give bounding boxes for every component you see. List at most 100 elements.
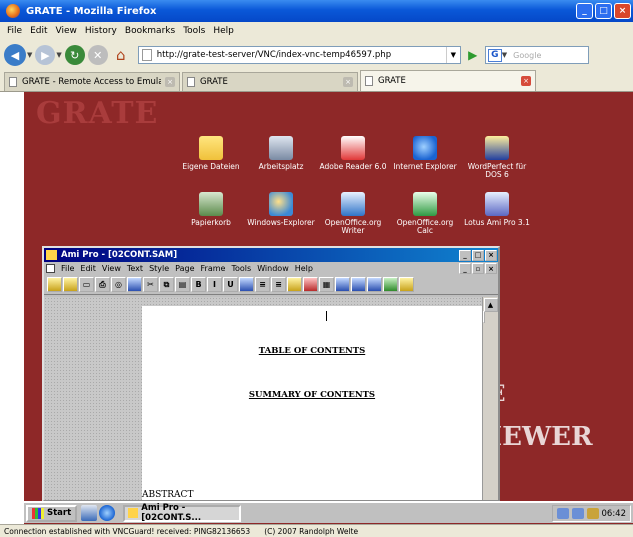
- show-desktop-icon[interactable]: [81, 505, 98, 521]
- back-arrow-icon[interactable]: ◀: [4, 44, 26, 66]
- close-button[interactable]: ×: [614, 3, 631, 19]
- desktop-icon-arbeitsplatz[interactable]: Arbeitsplatz: [246, 136, 316, 171]
- draw-icon[interactable]: [303, 277, 318, 292]
- vertical-scrollbar[interactable]: ▲: [482, 297, 498, 500]
- table-icon[interactable]: ▦: [319, 277, 334, 292]
- text-style-icon[interactable]: [239, 277, 254, 292]
- new-document-icon[interactable]: [47, 277, 62, 292]
- desktop-icon-openoffice-calc[interactable]: OpenOffice.org Calc: [390, 192, 460, 236]
- tray-app-icon[interactable]: [586, 508, 599, 519]
- page-icon: [187, 77, 195, 87]
- menu-history[interactable]: History: [81, 26, 121, 36]
- underline-icon[interactable]: U: [223, 277, 238, 292]
- copy-icon[interactable]: ⧉: [159, 277, 174, 292]
- scroll-up-icon[interactable]: ▲: [483, 298, 498, 312]
- start-button[interactable]: Start: [26, 504, 78, 522]
- google-icon[interactable]: G: [487, 48, 502, 62]
- print-icon[interactable]: ⎙: [95, 277, 110, 292]
- tab-close-icon[interactable]: ×: [165, 77, 175, 87]
- align-center-icon[interactable]: ≡: [271, 277, 286, 292]
- maximize-button[interactable]: □: [595, 3, 612, 19]
- home-icon[interactable]: ⌂: [111, 45, 131, 65]
- ami-menu-text[interactable]: Text: [124, 264, 146, 273]
- internet-explorer-quicklaunch-icon[interactable]: [99, 505, 116, 521]
- document-icon[interactable]: [46, 264, 55, 273]
- desktop-icon-windows-explorer[interactable]: Windows-Explorer: [246, 192, 316, 227]
- go-arrow-icon[interactable]: ▶: [464, 46, 482, 64]
- open-folder-icon[interactable]: [63, 277, 78, 292]
- ami-menu-tools[interactable]: Tools: [228, 264, 254, 273]
- desktop-icon-papierkorb[interactable]: Papierkorb: [176, 192, 246, 227]
- menu-view[interactable]: View: [52, 26, 81, 36]
- stop-icon[interactable]: ✕: [87, 45, 108, 65]
- layout-icon[interactable]: [367, 277, 382, 292]
- menu-help[interactable]: Help: [209, 26, 238, 36]
- chart-icon[interactable]: [399, 277, 414, 292]
- ami-menu-window[interactable]: Window: [254, 264, 292, 273]
- cut-icon[interactable]: ✂: [143, 277, 158, 292]
- tab-grate-active[interactable]: GRATE ×: [360, 70, 536, 91]
- ami-pro-titlebar[interactable]: Ami Pro - [02CONT.SAM] _ □ ×: [44, 248, 498, 262]
- ami-minimize-button[interactable]: _: [459, 249, 471, 261]
- pen-icon[interactable]: [383, 277, 398, 292]
- desktop-icon-openoffice-writer[interactable]: OpenOffice.org Writer: [318, 192, 388, 236]
- desktop-icon-internet-explorer[interactable]: Internet Explorer: [390, 136, 460, 171]
- taskbar-button-ami-pro[interactable]: Ami Pro - [02CONT.S...: [123, 503, 242, 523]
- frame-icon[interactable]: [287, 277, 302, 292]
- back-dropdown-icon[interactable]: ▼: [27, 51, 32, 59]
- url-dropdown-icon[interactable]: ▼: [445, 47, 460, 63]
- paste-icon[interactable]: ▤: [175, 277, 190, 292]
- navigation-toolbar: ◀ ▼ ▶ ▼ ↻ ✕ ⌂ http://grate-test-server/V…: [0, 40, 633, 70]
- desktop-icon-lotus-ami-pro[interactable]: Lotus Ami Pro 3.1: [462, 192, 532, 227]
- tab-close-icon[interactable]: ×: [521, 76, 531, 86]
- undo-icon[interactable]: [127, 277, 142, 292]
- search-engine-dropdown-icon[interactable]: ▼: [502, 51, 507, 59]
- url-text[interactable]: http://grate-test-server/VNC/index-vnc-t…: [157, 50, 446, 60]
- desktop-icon-adobe-reader[interactable]: Adobe Reader 6.0: [318, 136, 388, 171]
- view-icon[interactable]: [351, 277, 366, 292]
- scroll-thumb[interactable]: [483, 311, 485, 323]
- url-bar[interactable]: http://grate-test-server/VNC/index-vnc-t…: [137, 46, 461, 64]
- italic-icon[interactable]: I: [207, 277, 222, 292]
- system-tray: 06:42: [551, 505, 631, 522]
- ami-menu-edit[interactable]: Edit: [77, 264, 99, 273]
- doc-close-button[interactable]: ×: [485, 263, 497, 274]
- image-icon[interactable]: [335, 277, 350, 292]
- remote-desktop[interactable]: GRATE E IEWER Eigene Dateien Arbeitsplat…: [24, 92, 633, 524]
- ami-menu-frame[interactable]: Frame: [198, 264, 229, 273]
- doc-restore-button[interactable]: ▫: [472, 263, 484, 274]
- document-page[interactable]: TABLE OF CONTENTS SUMMARY OF CONTENTS AB…: [142, 306, 482, 500]
- ami-menu-file[interactable]: File: [58, 264, 77, 273]
- ami-close-button[interactable]: ×: [485, 249, 497, 261]
- tab-grate-2[interactable]: GRATE ×: [182, 72, 358, 91]
- ami-menu-style[interactable]: Style: [146, 264, 172, 273]
- monitor-icon[interactable]: [571, 508, 584, 519]
- network-icon[interactable]: [556, 508, 569, 519]
- clock[interactable]: 06:42: [602, 509, 627, 519]
- print-preview-icon[interactable]: ◎: [111, 277, 126, 292]
- desktop-icon-eigene-dateien[interactable]: Eigene Dateien: [176, 136, 246, 171]
- doc-minimize-button[interactable]: _: [459, 263, 471, 274]
- menu-bookmarks[interactable]: Bookmarks: [121, 26, 179, 36]
- minimize-button[interactable]: _: [576, 3, 593, 19]
- save-icon[interactable]: ▭: [79, 277, 94, 292]
- tab-close-icon[interactable]: ×: [343, 77, 353, 87]
- ami-menu-view[interactable]: View: [99, 264, 124, 273]
- ami-pro-window[interactable]: Ami Pro - [02CONT.SAM] _ □ × File Edit V…: [42, 246, 500, 502]
- menu-tools[interactable]: Tools: [179, 26, 209, 36]
- ami-menu-page[interactable]: Page: [172, 264, 197, 273]
- desktop-icon-wordperfect[interactable]: WordPerfect für DOS 6: [462, 136, 532, 180]
- ami-pro-app-icon[interactable]: [46, 250, 57, 260]
- menu-file[interactable]: File: [3, 26, 26, 36]
- search-placeholder[interactable]: Google: [513, 51, 541, 60]
- ami-maximize-button[interactable]: □: [472, 249, 484, 261]
- forward-dropdown-icon[interactable]: ▼: [56, 51, 61, 59]
- forward-arrow-icon[interactable]: ▶: [35, 45, 56, 65]
- reload-icon[interactable]: ↻: [64, 45, 85, 65]
- tab-grate-remote[interactable]: GRATE - Remote Access to Emulation-... ×: [4, 72, 180, 91]
- ami-menu-help[interactable]: Help: [292, 264, 316, 273]
- bold-icon[interactable]: B: [191, 277, 206, 292]
- menu-edit[interactable]: Edit: [26, 26, 51, 36]
- search-box[interactable]: G ▼ Google: [484, 46, 589, 64]
- align-left-icon[interactable]: ≡: [255, 277, 270, 292]
